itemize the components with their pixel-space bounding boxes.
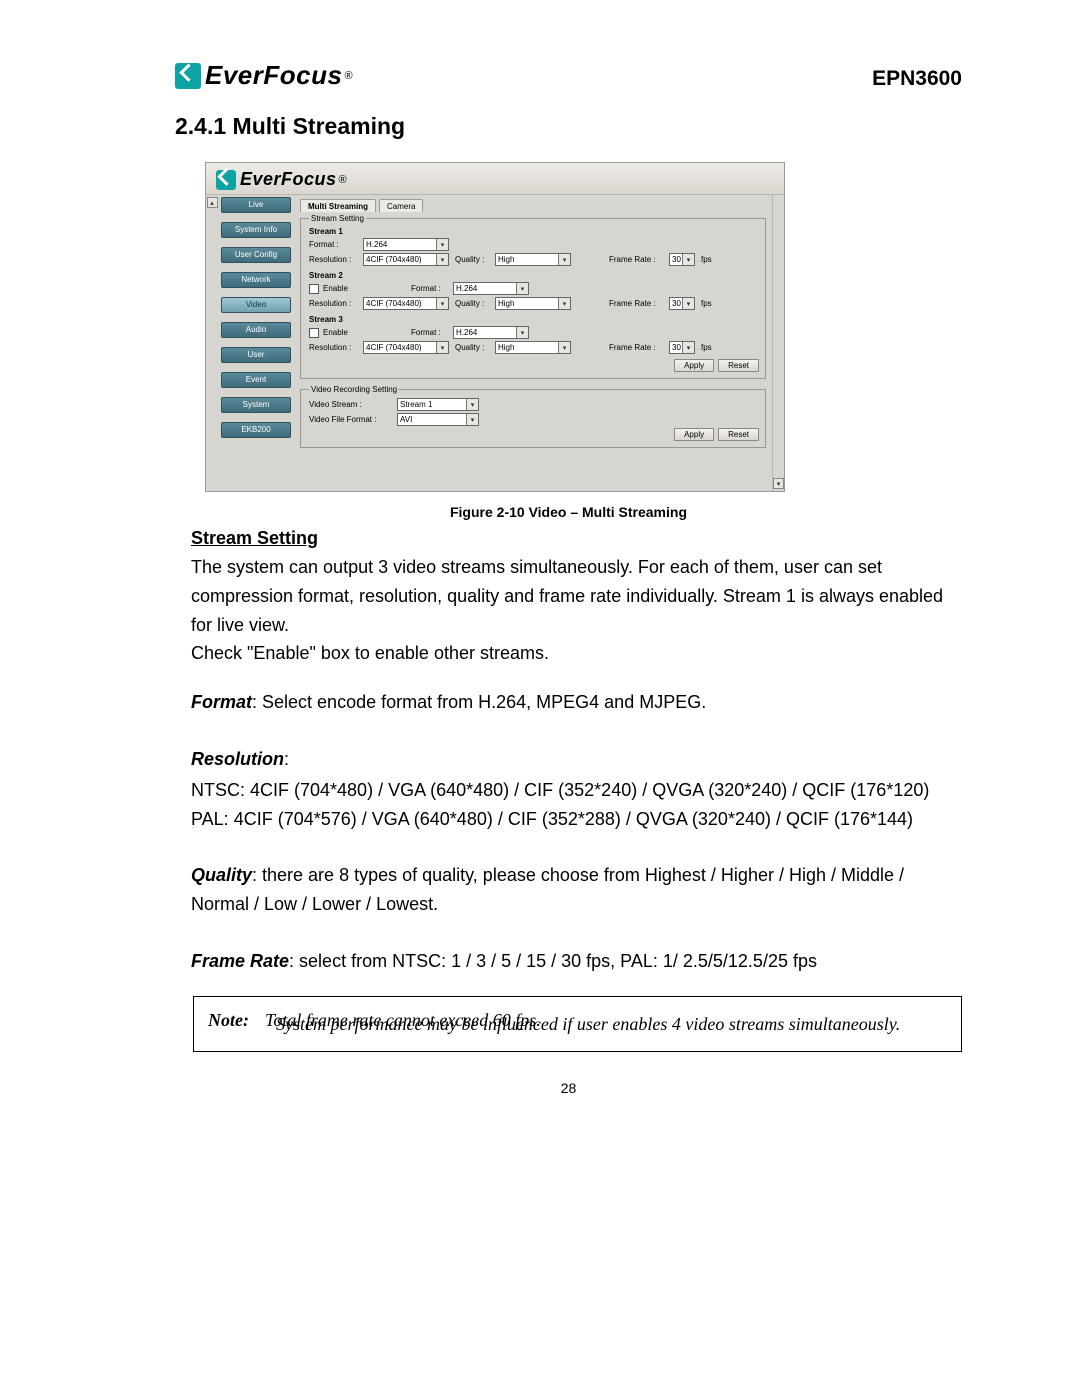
sidebar-item-audio[interactable]: Audio	[221, 322, 291, 338]
chevron-down-icon: ▾	[516, 283, 528, 294]
enable-checkbox[interactable]	[309, 284, 319, 294]
video-file-format-select[interactable]: AVI▾	[397, 413, 479, 426]
brand-logo: EverFocus ®	[175, 60, 353, 91]
framerate-select[interactable]: 30▾	[669, 297, 695, 310]
sidebar-item-system-info[interactable]: System Info	[221, 222, 291, 238]
framerate-select[interactable]: 30▾	[669, 253, 695, 266]
chevron-down-icon: ▾	[558, 298, 570, 309]
chevron-down-icon: ▾	[436, 239, 448, 250]
framerate-select[interactable]: 30▾	[669, 341, 695, 354]
sidebar-item-network[interactable]: Network	[221, 272, 291, 288]
brand-text-shot: EverFocus	[240, 169, 337, 190]
stream-title: Stream 1	[309, 227, 759, 236]
section-title: 2.4.1 Multi Streaming	[175, 113, 962, 140]
quality-label: Quality :	[455, 299, 491, 308]
registered-mark-shot: ®	[339, 174, 347, 186]
everfocus-icon	[216, 170, 236, 190]
resolution-label: Resolution :	[309, 343, 359, 352]
chevron-down-icon: ▾	[466, 414, 478, 425]
scroll-down-icon[interactable]: ▾	[773, 478, 784, 489]
sidebar-item-ekb200[interactable]: EKB200	[221, 422, 291, 438]
sidebar-item-system[interactable]: System	[221, 397, 291, 413]
resolution-label: Resolution :	[309, 255, 359, 264]
quality-select[interactable]: High▾	[495, 253, 571, 266]
quality-select[interactable]: High▾	[495, 297, 571, 310]
apply-button[interactable]: Apply	[674, 359, 714, 372]
tab-camera[interactable]: Camera	[379, 199, 423, 212]
stream-setting-fieldset: Stream Setting Stream 1 Format : H.264▾ Res…	[300, 214, 766, 379]
apply-button[interactable]: Apply	[674, 428, 714, 441]
chevron-down-icon: ▾	[436, 298, 448, 309]
paragraph-intro: The system can output 3 video streams si…	[191, 553, 962, 668]
sidebar-item-live[interactable]: Live	[221, 197, 291, 213]
format-paragraph: Format: Select encode format from H.264,…	[191, 688, 962, 717]
fps-label: fps	[701, 255, 712, 264]
fps-label: fps	[701, 299, 712, 308]
framerate-label: Frame Rate :	[609, 343, 665, 352]
chevron-down-icon: ▾	[436, 342, 448, 353]
tab-multi-streaming[interactable]: Multi Streaming	[300, 199, 376, 212]
reset-button[interactable]: Reset	[718, 428, 759, 441]
stream-title: Stream 2	[309, 271, 759, 280]
quality-label: Quality :	[455, 255, 491, 264]
sidebar-item-user-config[interactable]: User Config	[221, 247, 291, 263]
note-box: Note:Total frame rate cannot exceed 60 f…	[193, 996, 962, 1052]
video-stream-select[interactable]: Stream 1▾	[397, 398, 479, 411]
enable-label: Enable	[323, 328, 363, 337]
sidebar-item-event[interactable]: Event	[221, 372, 291, 388]
resolution-heading: Resolution:	[191, 745, 962, 774]
chevron-down-icon: ▾	[466, 399, 478, 410]
screenshot-figure: EverFocus ® ▴ Live System Info User Config…	[205, 162, 785, 492]
fps-label: fps	[701, 343, 712, 352]
stream-setting-heading: Stream Setting	[191, 528, 962, 549]
page-number: 28	[175, 1080, 962, 1096]
video-recording-fieldset: Video Recording Setting Video Stream : S…	[300, 385, 766, 448]
brand-text: EverFocus	[205, 60, 342, 91]
chevron-down-icon: ▾	[682, 298, 694, 309]
enable-label: Enable	[323, 284, 363, 293]
video-recording-legend: Video Recording Setting	[309, 385, 399, 394]
video-file-format-label: Video File Format :	[309, 415, 393, 424]
model-label: EPN3600	[872, 67, 962, 91]
figure-caption: Figure 2-10 Video – Multi Streaming	[175, 504, 962, 520]
everfocus-icon	[175, 63, 201, 89]
chevron-down-icon: ▾	[436, 254, 448, 265]
quality-select[interactable]: High▾	[495, 341, 571, 354]
chevron-down-icon: ▾	[516, 327, 528, 338]
framerate-label: Frame Rate :	[609, 255, 665, 264]
stream-setting-legend: Stream Setting	[309, 214, 366, 223]
chevron-down-icon: ▾	[558, 254, 570, 265]
reset-button[interactable]: Reset	[718, 359, 759, 372]
format-select[interactable]: H.264▾	[453, 282, 529, 295]
video-stream-label: Video Stream :	[309, 400, 393, 409]
format-select[interactable]: H.264▾	[363, 238, 449, 251]
stream-title: Stream 3	[309, 315, 759, 324]
format-select[interactable]: H.264▾	[453, 326, 529, 339]
resolution-select[interactable]: 4CIF (704x480)▾	[363, 297, 449, 310]
chevron-down-icon: ▾	[682, 342, 694, 353]
chevron-down-icon: ▾	[682, 254, 694, 265]
chevron-down-icon: ▾	[558, 342, 570, 353]
resolution-select[interactable]: 4CIF (704x480)▾	[363, 341, 449, 354]
resolution-text: NTSC: 4CIF (704*480) / VGA (640*480) / C…	[191, 776, 962, 834]
format-label: Format :	[411, 328, 449, 337]
resolution-select[interactable]: 4CIF (704x480)▾	[363, 253, 449, 266]
format-label: Format :	[411, 284, 449, 293]
resolution-label: Resolution :	[309, 299, 359, 308]
enable-checkbox[interactable]	[309, 328, 319, 338]
registered-mark: ®	[344, 70, 352, 82]
sidebar-item-user[interactable]: User	[221, 347, 291, 363]
format-label: Format :	[309, 240, 359, 249]
sidebar-item-video[interactable]: Video	[221, 297, 291, 313]
quality-paragraph: Quality: there are 8 types of quality, p…	[191, 861, 962, 919]
framerate-label: Frame Rate :	[609, 299, 665, 308]
scroll-up-icon[interactable]: ▴	[207, 197, 218, 208]
framerate-paragraph: Frame Rate: select from NTSC: 1 / 3 / 5 …	[191, 947, 962, 976]
quality-label: Quality :	[455, 343, 491, 352]
